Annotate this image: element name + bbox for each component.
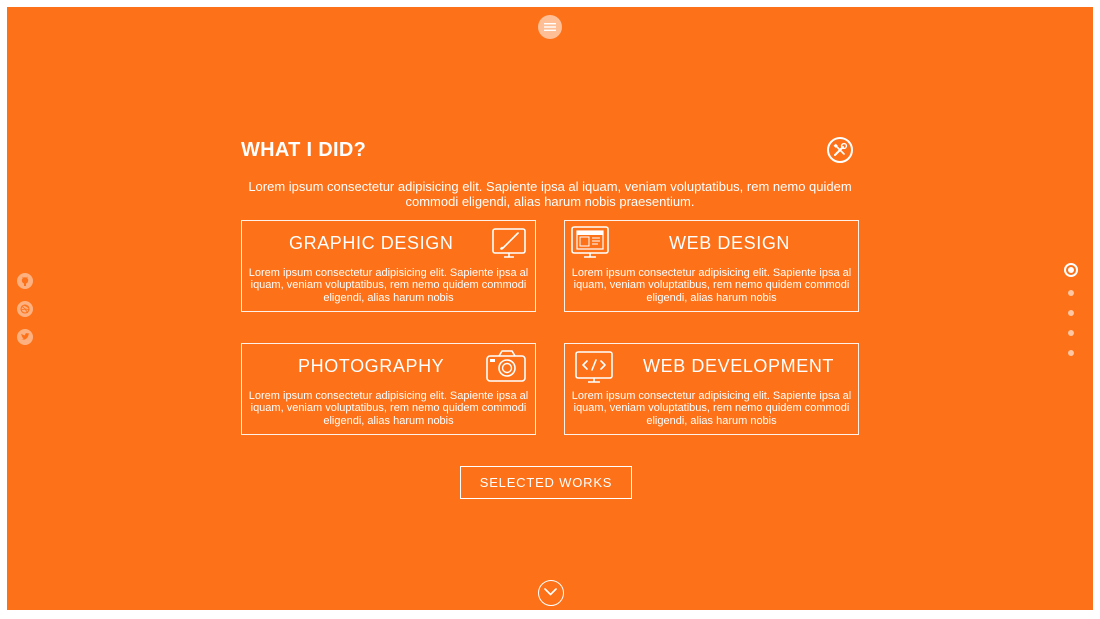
github-icon bbox=[21, 276, 29, 286]
section-dot-3[interactable] bbox=[1068, 310, 1074, 316]
section-dot-4[interactable] bbox=[1068, 330, 1074, 336]
service-title: WEB DESIGN bbox=[669, 233, 791, 253]
monitor-layout-icon bbox=[571, 226, 609, 258]
github-link[interactable] bbox=[17, 273, 33, 289]
service-title: WEB DEVELOPMENT bbox=[643, 356, 835, 376]
dribbble-icon bbox=[20, 304, 30, 314]
hamburger-icon bbox=[544, 23, 556, 31]
service-text: Lorem ipsum consectetur adipisicing elit… bbox=[248, 390, 529, 427]
service-text: Lorem ipsum consectetur adipisicing elit… bbox=[571, 267, 852, 304]
section-header: WHAT I DID? bbox=[241, 137, 859, 167]
service-title: PHOTOGRAPHY bbox=[298, 356, 445, 376]
service-card-web-design: WEB DESIGN Lorem ipsum consectetur adipi… bbox=[564, 220, 859, 312]
section-pagination bbox=[1063, 263, 1079, 370]
service-title: GRAPHIC DESIGN bbox=[289, 233, 454, 253]
page-background: WHAT I DID? Lorem ipsum consectetur adip… bbox=[7, 7, 1093, 610]
service-card-graphic-design: GRAPHIC DESIGN Lorem ipsum consectetur a… bbox=[241, 220, 536, 312]
monitor-brush-icon bbox=[492, 228, 526, 258]
section-dot-2[interactable] bbox=[1068, 290, 1074, 296]
menu-button[interactable] bbox=[538, 15, 562, 39]
scroll-down-button[interactable] bbox=[538, 580, 564, 606]
camera-icon bbox=[486, 350, 526, 382]
tools-icon bbox=[827, 137, 853, 163]
service-card-web-development: WEB DEVELOPMENT Lorem ipsum consectetur … bbox=[564, 343, 859, 435]
twitter-icon bbox=[21, 333, 30, 340]
social-links bbox=[17, 273, 35, 357]
section-title: WHAT I DID? bbox=[241, 139, 367, 161]
service-text: Lorem ipsum consectetur adipisicing elit… bbox=[248, 267, 529, 304]
chevron-down-icon bbox=[544, 588, 557, 596]
services-section: WHAT I DID? Lorem ipsum consectetur adip… bbox=[241, 137, 859, 209]
twitter-link[interactable] bbox=[17, 329, 33, 345]
section-intro: Lorem ipsum consectetur adipisicing elit… bbox=[248, 179, 852, 209]
dribbble-link[interactable] bbox=[17, 301, 33, 317]
service-text: Lorem ipsum consectetur adipisicing elit… bbox=[571, 390, 852, 427]
section-dot-5[interactable] bbox=[1068, 350, 1074, 356]
section-dot-1[interactable] bbox=[1064, 263, 1078, 277]
selected-works-button[interactable]: SELECTED WORKS bbox=[460, 466, 632, 499]
monitor-code-icon bbox=[575, 351, 613, 383]
service-card-photography: PHOTOGRAPHY Lorem ipsum consectetur adip… bbox=[241, 343, 536, 435]
